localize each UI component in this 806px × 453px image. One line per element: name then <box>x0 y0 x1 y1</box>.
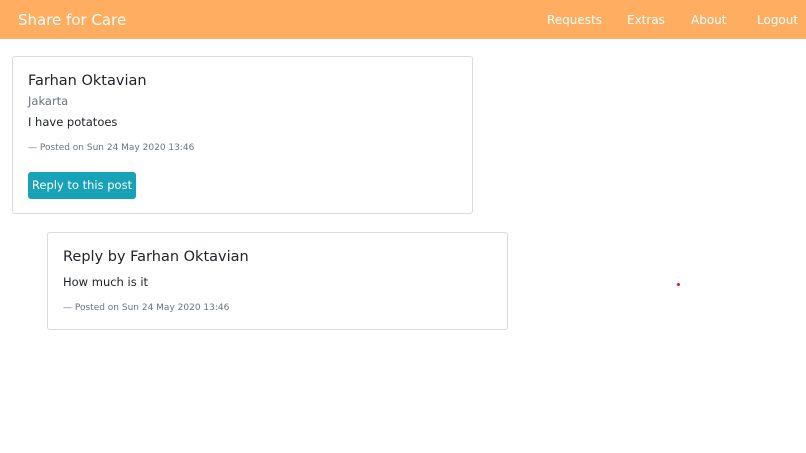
brand-link[interactable]: Share for Care <box>18 9 126 31</box>
nav-link-about[interactable]: About <box>691 11 726 29</box>
post-card: Farhan Oktavian Jakarta I have potatoes … <box>12 56 473 214</box>
post-location: Jakarta <box>28 94 69 108</box>
top-navbar: Share for Care Requests Extras About Log… <box>0 0 806 39</box>
reply-title: Reply by Farhan Oktavian <box>63 249 249 265</box>
nav-link-logout[interactable]: Logout <box>757 11 798 29</box>
post-timestamp: — Posted on Sun 24 May 2020 13:46 <box>28 143 195 153</box>
nav-link-extras[interactable]: Extras <box>627 11 665 29</box>
reply-to-post-button[interactable]: Reply to this post <box>28 172 136 199</box>
reply-text: How much is it <box>63 275 149 289</box>
reply-card: Reply by Farhan Oktavian How much is it … <box>47 232 508 330</box>
nav-link-requests[interactable]: Requests <box>547 11 602 29</box>
reply-timestamp: — Posted on Sun 24 May 2020 13:46 <box>63 303 230 313</box>
post-author: Farhan Oktavian <box>28 73 147 89</box>
post-text: I have potatoes <box>28 115 118 129</box>
stray-red-dot <box>677 283 680 286</box>
